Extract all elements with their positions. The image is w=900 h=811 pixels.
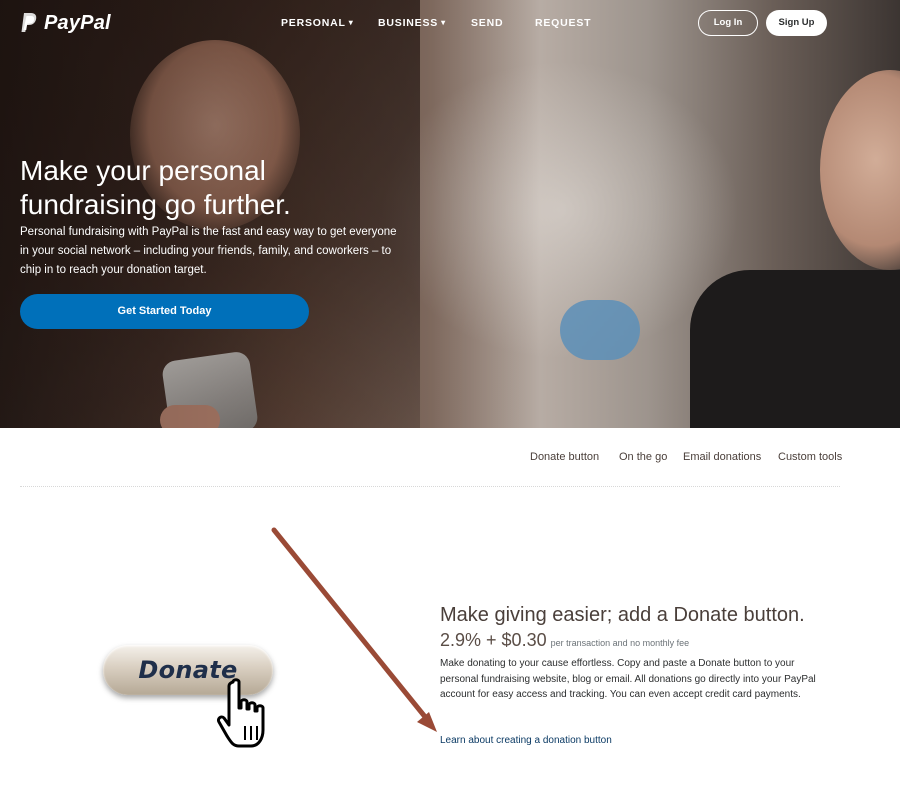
pricing: 2.9% + $0.30 per transaction and no month… xyxy=(440,630,689,651)
learn-donation-button-link[interactable]: Learn about creating a donation button xyxy=(440,735,612,746)
price-amount: 2.9% + $0.30 xyxy=(440,630,547,650)
hand-pointer-icon xyxy=(217,678,265,748)
price-note: per transaction and no monthly fee xyxy=(550,638,690,648)
feature-title: Make giving easier; add a Donate button. xyxy=(440,604,805,626)
feature-description: Make donating to your cause effortless. … xyxy=(440,658,816,700)
